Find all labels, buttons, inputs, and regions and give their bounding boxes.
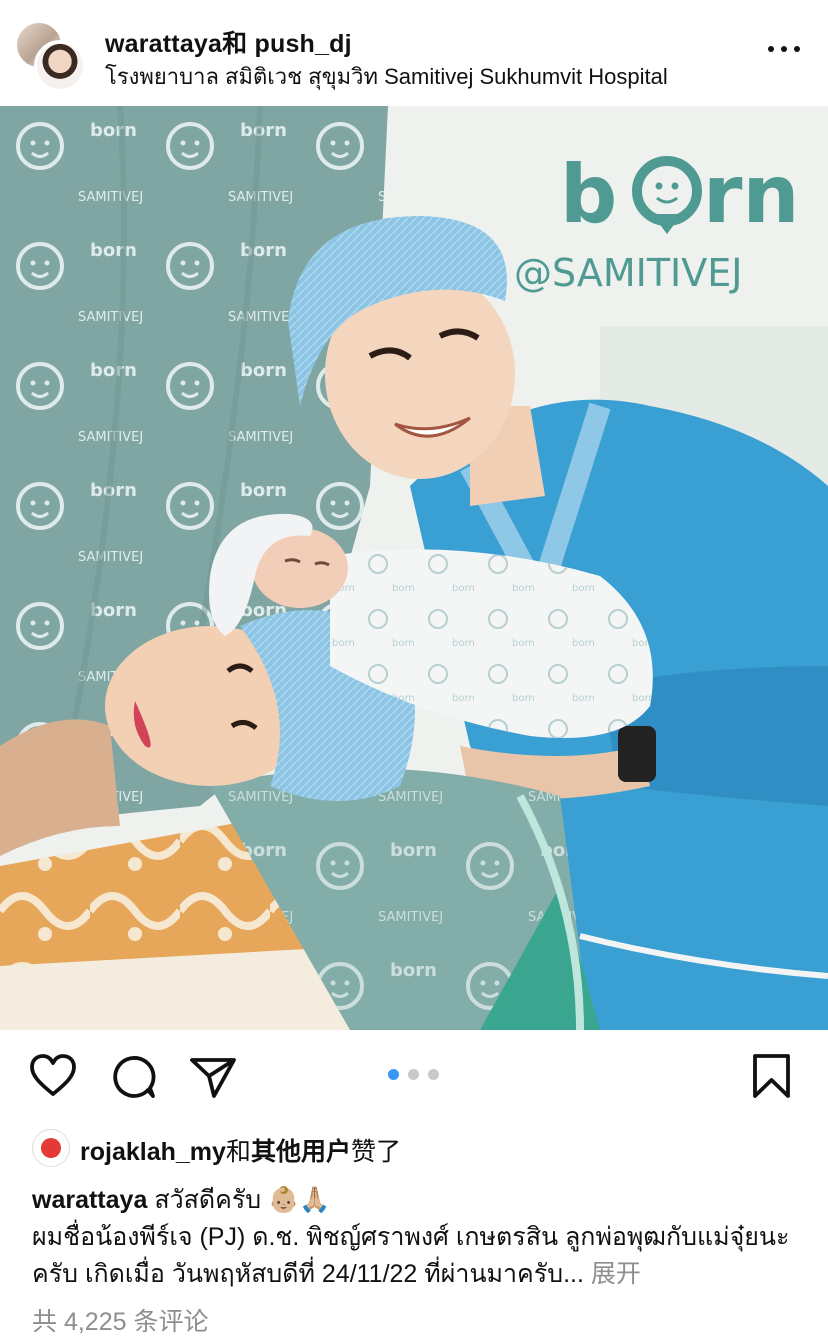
wall-logo-sub: @SAMITIVEJ — [514, 251, 742, 295]
more-horizontal-icon[interactable] — [766, 40, 802, 60]
likes-others[interactable]: 其他用户 — [251, 1138, 351, 1166]
action-bar — [0, 1030, 828, 1120]
post-photo[interactable]: born SAMITIVEJ born b — [0, 106, 828, 1030]
post-header: warattaya和 push_dj โรงพยาบาล สมิติเวช สุ… — [0, 0, 828, 106]
likes-suffix: 赞了 — [350, 1138, 401, 1166]
avatar[interactable] — [34, 40, 86, 92]
author-conjunction: 和 — [222, 30, 248, 58]
avatar[interactable] — [32, 1129, 70, 1167]
svg-text:rn: rn — [703, 148, 799, 241]
liker-username[interactable]: rojaklah_my — [80, 1138, 226, 1166]
heart-icon[interactable] — [28, 1052, 78, 1102]
caption-body: ผมชื่อน้องพีร์เจ (PJ) ด.ช. พิชญ์ศราพงศ์ … — [32, 1223, 790, 1288]
author-username[interactable]: push_dj — [255, 30, 352, 58]
likes-summary[interactable]: rojaklah_my和其他用户赞了 — [0, 1126, 828, 1170]
comment-icon[interactable] — [108, 1052, 158, 1102]
send-icon[interactable] — [188, 1052, 238, 1102]
caption-username[interactable]: warattaya — [32, 1186, 147, 1214]
carousel-dot[interactable] — [388, 1069, 399, 1080]
expand-caption-link[interactable]: 展开 — [591, 1260, 641, 1288]
author-username[interactable]: warattaya — [105, 30, 222, 58]
carousel-indicator — [388, 1069, 448, 1081]
carousel-dot[interactable] — [428, 1069, 439, 1080]
bookmark-icon[interactable] — [748, 1052, 798, 1102]
post-authors: warattaya和 push_dj — [105, 24, 352, 60]
caption-greeting: สวัสดีครับ 👶🏼🙏🏼 — [154, 1186, 331, 1214]
post-location[interactable]: โรงพยาบาล สมิติเวช สุขุมวิท Samitivej Su… — [105, 59, 668, 94]
likes-text: rojaklah_my和其他用户赞了 — [80, 1132, 401, 1168]
svg-text:b: b — [560, 148, 617, 241]
photo-illustration: born SAMITIVEJ born b — [0, 106, 828, 1030]
post-caption: warattaya สวัสดีครับ 👶🏼🙏🏼 ผมชื่อน้องพีร์… — [32, 1182, 802, 1293]
avatar-stack[interactable] — [14, 20, 86, 92]
likes-conj: 和 — [225, 1138, 251, 1166]
carousel-dot[interactable] — [408, 1069, 419, 1080]
view-comments-link[interactable]: 共 4,225 条评论 — [32, 1302, 208, 1338]
